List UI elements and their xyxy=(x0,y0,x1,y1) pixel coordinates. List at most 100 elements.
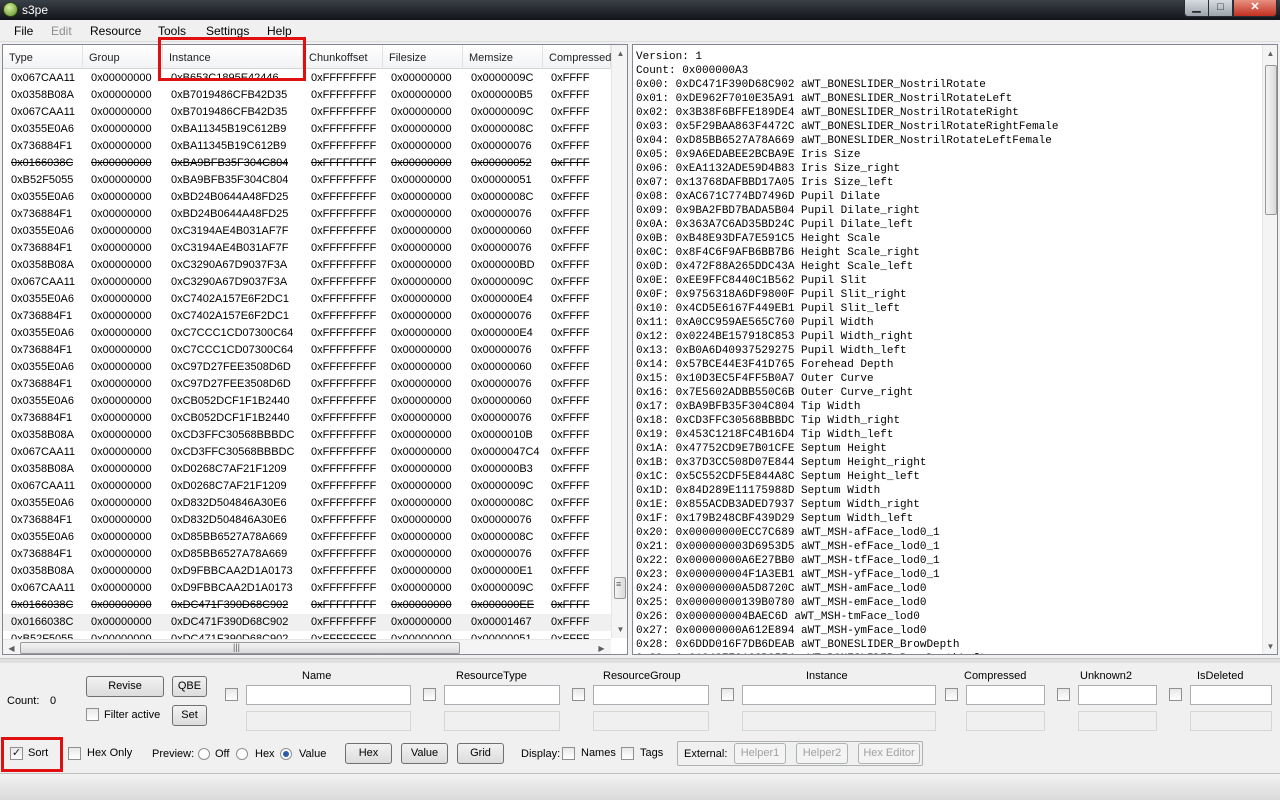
table-row[interactable]: 0x067CAA11 0x00000000 0xCD3FFC30568BBBDC 0x… xyxy=(3,444,611,461)
table-row[interactable]: 0x067CAA11 0x00000000 0xC3290A67D9037F3A 0x… xyxy=(3,274,611,291)
filter-isdeleted-input[interactable] xyxy=(1190,685,1272,705)
cell-chunkoffset: 0xFFFFFFFF xyxy=(311,548,377,560)
filter-name-checkbox[interactable] xyxy=(225,688,238,701)
value-button[interactable]: Value xyxy=(401,743,448,764)
grid-vertical-scrollbar[interactable]: ▲ ≡ ▼ xyxy=(611,45,627,638)
table-row[interactable]: 0x736884F1 0x00000000 0xBD24B0644A48FD25 0x… xyxy=(3,206,611,223)
table-row[interactable]: 0x0166038C 0x00000000 0xDC471F390D68C902 0x… xyxy=(3,597,611,614)
set-button[interactable]: Set xyxy=(172,705,207,726)
table-row[interactable]: 0x736884F1 0x00000000 0xD85BB6527A78A669 0x… xyxy=(3,546,611,563)
column-header-chunkoffset[interactable]: Chunkoffset xyxy=(303,45,383,69)
table-row[interactable]: 0x0358B08A 0x00000000 0xD0268C7AF21F1209 0x… xyxy=(3,461,611,478)
table-row[interactable]: 0x0355E0A6 0x00000000 0xC97D27FEE3508D6D 0x… xyxy=(3,359,611,376)
filter-name-input[interactable] xyxy=(246,685,411,705)
filter-resourcetype-input[interactable] xyxy=(444,685,560,705)
menu-tools[interactable]: Tools xyxy=(158,24,186,38)
filter-resourcegroup-input[interactable] xyxy=(593,685,709,705)
text-line: 0x09: 0x9BA2FBD7BADA5B04 Pupil Dilate_ri… xyxy=(636,205,920,217)
cell-group: 0x00000000 xyxy=(91,174,152,186)
preview-hex-radio[interactable] xyxy=(236,748,248,760)
maximize-button[interactable]: □ xyxy=(1208,0,1233,17)
resource-grid[interactable]: Type Group Instance Chunkoffset Filesize… xyxy=(2,44,628,655)
column-header-memsize[interactable]: Memsize xyxy=(463,45,543,69)
table-row[interactable]: 0x0358B08A 0x00000000 0xCD3FFC30568BBBDC 0x… xyxy=(3,427,611,444)
table-row[interactable]: 0x067CAA11 0x00000000 0xB653C1895E42446 0xF… xyxy=(3,70,611,87)
cell-filesize: 0x00000000 xyxy=(391,123,452,135)
table-row[interactable]: 0x0355E0A6 0x00000000 0xC7CCC1CD07300C64 0x… xyxy=(3,325,611,342)
table-row[interactable]: 0x736884F1 0x00000000 0xC7CCC1CD07300C64 0x… xyxy=(3,342,611,359)
preview-vertical-scroll-thumb[interactable] xyxy=(1265,65,1277,215)
filter-compressed-checkbox[interactable] xyxy=(945,688,958,701)
scroll-right-icon[interactable]: ▶ xyxy=(594,641,609,654)
table-row[interactable]: 0x736884F1 0x00000000 0xBA11345B19C612B9 0x… xyxy=(3,138,611,155)
grid-horizontal-scrollbar[interactable]: ◀ ||| ▶ xyxy=(3,639,611,654)
table-row[interactable]: 0x736884F1 0x00000000 0xC97D27FEE3508D6D 0x… xyxy=(3,376,611,393)
table-row[interactable]: 0x0166038C 0x00000000 0xDC471F390D68C902 0x… xyxy=(3,614,611,631)
tags-checkbox[interactable] xyxy=(621,747,634,760)
table-row[interactable]: 0x0358B08A 0x00000000 0xC3290A67D9037F3A 0x… xyxy=(3,257,611,274)
table-row[interactable]: 0x0358B08A 0x00000000 0xD9FBBCAA2D1A0173 0x… xyxy=(3,563,611,580)
filter-resourcegroup-checkbox[interactable] xyxy=(572,688,585,701)
table-row[interactable]: 0x0166038C 0x00000000 0xBA9BFB35F304C804 0x… xyxy=(3,155,611,172)
names-checkbox[interactable] xyxy=(562,747,575,760)
table-row[interactable]: 0x0355E0A6 0x00000000 0xBA11345B19C612B9 0x… xyxy=(3,121,611,138)
hex-editor-button[interactable]: Hex Editor xyxy=(858,743,920,764)
menu-help[interactable]: Help xyxy=(267,24,292,38)
hex-only-checkbox[interactable] xyxy=(68,747,81,760)
scroll-up-icon[interactable]: ▲ xyxy=(613,46,627,61)
cell-group: 0x00000000 xyxy=(91,395,152,407)
scroll-up-icon[interactable]: ▲ xyxy=(1263,46,1277,61)
cell-chunkoffset: 0xFFFFFFFF xyxy=(311,429,377,441)
table-row[interactable]: 0x736884F1 0x00000000 0xD832D504846A30E6 0x… xyxy=(3,512,611,529)
text-line: 0x12: 0x0224BE157918C853 Pupil Width_rig… xyxy=(636,331,914,343)
filter-resourcetype-checkbox[interactable] xyxy=(423,688,436,701)
table-row[interactable]: 0x0355E0A6 0x00000000 0xD832D504846A30E6 0x… xyxy=(3,495,611,512)
column-header-group[interactable]: Group xyxy=(83,45,163,69)
table-row[interactable]: 0x736884F1 0x00000000 0xCB052DCF1F1B2440 0x… xyxy=(3,410,611,427)
grid-vertical-scroll-thumb[interactable]: ≡ xyxy=(614,577,626,599)
filter-active-checkbox[interactable] xyxy=(86,708,99,721)
table-row[interactable]: 0x0358B08A 0x00000000 0xB7019486CFB42D35 0x… xyxy=(3,87,611,104)
preview-text-pane[interactable]: Version: 1 Count: 0x000000A3 0x00: 0xDC471… xyxy=(632,44,1278,655)
menu-edit[interactable]: Edit xyxy=(51,24,72,38)
scroll-left-icon[interactable]: ◀ xyxy=(4,641,19,654)
filter-unknown2-checkbox[interactable] xyxy=(1057,688,1070,701)
cell-chunkoffset: 0xFFFFFFFF xyxy=(311,446,377,458)
preview-value-radio[interactable] xyxy=(280,748,292,760)
preview-off-radio[interactable] xyxy=(198,748,210,760)
table-row[interactable]: 0x736884F1 0x00000000 0xC3194AE4B031AF7F 0x… xyxy=(3,240,611,257)
menu-file[interactable]: File xyxy=(14,24,33,38)
filter-unknown2-input[interactable] xyxy=(1078,685,1157,705)
table-row[interactable]: 0x0355E0A6 0x00000000 0xCB052DCF1F1B2440 0x… xyxy=(3,393,611,410)
menu-resource[interactable]: Resource xyxy=(90,24,141,38)
filter-instance-input[interactable] xyxy=(742,685,936,705)
column-header-compressed[interactable]: Compressed xyxy=(543,45,611,69)
table-row[interactable]: 0xB52F5055 0x00000000 0xBA9BFB35F304C804 0x… xyxy=(3,172,611,189)
table-row[interactable]: 0x067CAA11 0x00000000 0xD0268C7AF21F1209 0x… xyxy=(3,478,611,495)
revise-button[interactable]: Revise xyxy=(86,676,164,697)
table-row[interactable]: 0x736884F1 0x00000000 0xC7402A157E6F2DC1 0x… xyxy=(3,308,611,325)
scroll-down-icon[interactable]: ▼ xyxy=(613,622,627,637)
table-row[interactable]: 0x0355E0A6 0x00000000 0xBD24B0644A48FD25 0x… xyxy=(3,189,611,206)
grid-horizontal-scroll-thumb[interactable]: ||| xyxy=(20,642,460,654)
filter-isdeleted-checkbox[interactable] xyxy=(1169,688,1182,701)
table-row[interactable]: 0x0355E0A6 0x00000000 0xD85BB6527A78A669 0x… xyxy=(3,529,611,546)
helper1-button[interactable]: Helper1 xyxy=(734,743,786,764)
table-row[interactable]: 0x067CAA11 0x00000000 0xB7019486CFB42D35 0x… xyxy=(3,104,611,121)
grid-button[interactable]: Grid xyxy=(457,743,504,764)
filter-compressed-input[interactable] xyxy=(966,685,1045,705)
table-row[interactable]: 0x067CAA11 0x00000000 0xD9FBBCAA2D1A0173 0x… xyxy=(3,580,611,597)
close-button[interactable]: ✕ xyxy=(1233,0,1277,17)
scroll-down-icon[interactable]: ▼ xyxy=(1263,639,1277,654)
helper2-button[interactable]: Helper2 xyxy=(796,743,848,764)
hex-button[interactable]: Hex xyxy=(345,743,392,764)
qbe-button[interactable]: QBE xyxy=(172,676,207,697)
menu-settings[interactable]: Settings xyxy=(206,24,249,38)
table-row[interactable]: 0x0355E0A6 0x00000000 0xC3194AE4B031AF7F 0x… xyxy=(3,223,611,240)
minimize-button[interactable]: ▁ xyxy=(1184,0,1209,17)
column-header-type[interactable]: Type xyxy=(3,45,83,69)
preview-vertical-scrollbar[interactable]: ▲ ▼ xyxy=(1262,45,1277,654)
table-row[interactable]: 0x0355E0A6 0x00000000 0xC7402A157E6F2DC1 0x… xyxy=(3,291,611,308)
column-header-filesize[interactable]: Filesize xyxy=(383,45,463,69)
filter-instance-checkbox[interactable] xyxy=(721,688,734,701)
